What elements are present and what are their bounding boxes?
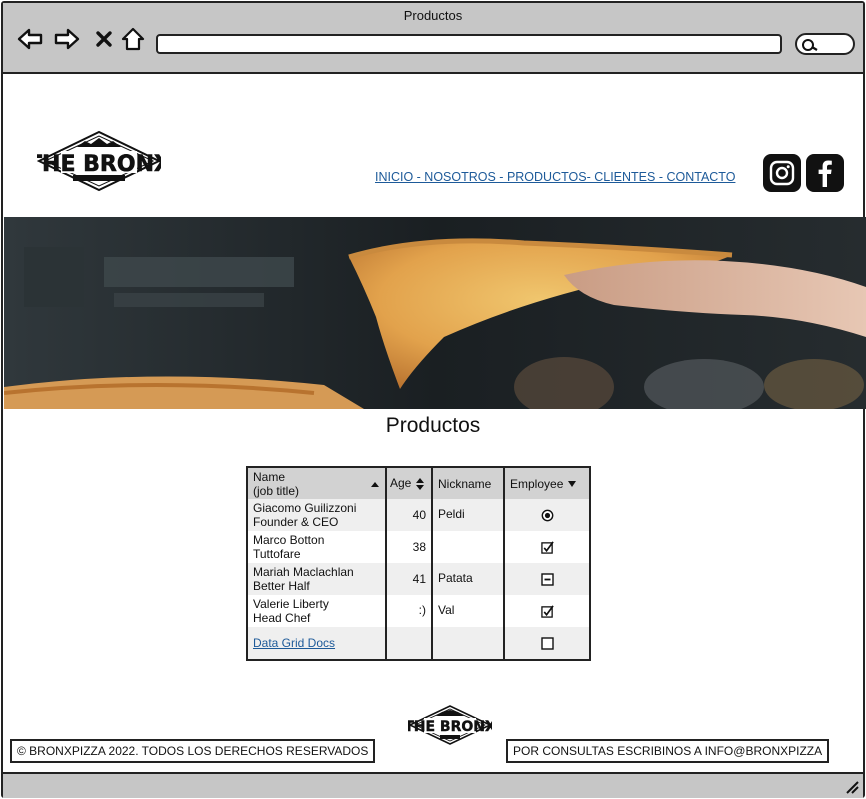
home-icon — [121, 27, 145, 51]
status-bar — [3, 772, 863, 798]
window-title: Productos — [403, 8, 463, 23]
hero-pizza-image — [4, 217, 866, 409]
age-cell: :) — [385, 595, 433, 627]
grid-header-row: Name (job title) Age Nickname Employee — [248, 468, 589, 499]
browser-search-input[interactable] — [795, 33, 855, 55]
contact-box: POR CONSULTAS ESCRIBINOS A INFO@BRONXPIZ… — [506, 739, 830, 763]
age-cell: 41 — [385, 563, 433, 595]
nickname-cell — [432, 531, 505, 563]
search-icon — [802, 39, 818, 51]
nickname-header-label: Nickname — [438, 476, 492, 491]
age-cell: 38 — [385, 531, 433, 563]
checkbox-unchecked-icon[interactable] — [540, 637, 554, 650]
logo-text: THE BRONX — [37, 152, 161, 177]
close-icon — [96, 31, 112, 47]
nickname-column-header[interactable]: Nickname — [432, 468, 505, 499]
footer-logo-text: THE BRONX — [408, 719, 492, 735]
dropdown-arrow-icon — [567, 481, 576, 488]
name-cell: Valerie Liberty Head Chef — [253, 597, 329, 625]
table-row[interactable]: Giacomo Guilizzoni Founder & CEO 40 Peldi — [248, 499, 589, 531]
forward-button[interactable] — [53, 25, 81, 53]
resize-grip-icon[interactable] — [845, 780, 859, 794]
sort-ascending-icon — [371, 481, 379, 487]
name-cell: Giacomo Guilizzoni Founder & CEO — [248, 499, 386, 531]
data-grid-docs-link[interactable]: Data Grid Docs — [253, 636, 335, 650]
copyright-box: © BRONXPIZZA 2022. TODOS LOS DERECHOS RE… — [10, 739, 376, 763]
name-cell: Mariah Maclachlan Better Half — [248, 563, 386, 595]
instagram-button[interactable] — [763, 154, 801, 192]
nickname-cell: Peldi — [432, 499, 505, 531]
bronx-footer-logo[interactable]: THE BRONX — [404, 704, 496, 746]
table-row[interactable]: Data Grid Docs — [248, 627, 589, 659]
checkbox-indeterminate-icon[interactable] — [540, 573, 554, 586]
name-column-header[interactable]: Name (job title) — [248, 468, 386, 499]
back-arrow-icon — [17, 28, 43, 50]
age-column-header[interactable]: Age — [385, 468, 433, 499]
forward-arrow-icon — [54, 28, 80, 50]
employee-column-header[interactable]: Employee — [504, 468, 589, 499]
stop-button[interactable] — [90, 25, 118, 53]
nickname-cell: Patata — [432, 563, 505, 595]
main-nav-menu[interactable]: INICIO - NOSOTROS - PRODUCTOS- CLIENTES … — [375, 170, 735, 184]
table-row[interactable]: Valerie Liberty Head Chef :) Val — [248, 595, 589, 627]
url-input[interactable] — [156, 34, 782, 54]
nickname-cell: Val — [432, 595, 505, 627]
name-header-label: Name — [253, 469, 286, 484]
nickname-cell — [432, 627, 505, 659]
checkbox-checked-icon[interactable] — [540, 605, 554, 618]
browser-window: Productos THE BRONX INICIO - NOSOTROS - … — [1, 1, 866, 798]
job-title-header-label: (job title) — [253, 483, 300, 498]
radio-selected-icon[interactable] — [541, 509, 554, 522]
bronx-logo[interactable]: THE BRONX — [27, 129, 171, 193]
employee-cell — [504, 499, 589, 531]
sort-both-icon — [415, 477, 424, 490]
age-header-label: Age — [390, 476, 412, 491]
name-cell: Marco Botton Tuttofare — [253, 533, 325, 561]
instagram-icon — [769, 160, 795, 186]
age-cell — [385, 627, 433, 659]
employee-header-label: Employee — [510, 476, 564, 491]
age-cell: 40 — [385, 499, 433, 531]
employee-cell — [504, 595, 589, 627]
browser-toolbar: Productos — [3, 3, 863, 74]
name-cell: Data Grid Docs — [248, 627, 386, 659]
table-row[interactable]: Marco Botton Tuttofare 38 — [248, 531, 589, 563]
contact-text: POR CONSULTAS ESCRIBINOS A INFO@BRONXPIZ… — [513, 744, 823, 758]
facebook-button[interactable] — [806, 154, 844, 192]
home-button[interactable] — [119, 25, 147, 53]
checkbox-checked-icon[interactable] — [540, 541, 554, 554]
employee-cell — [504, 531, 589, 563]
back-button[interactable] — [16, 25, 44, 53]
employee-cell — [504, 563, 589, 595]
table-row[interactable]: Mariah Maclachlan Better Half 41 Patata — [248, 563, 589, 595]
facebook-icon — [818, 160, 832, 187]
copyright-text: © BRONXPIZZA 2022. TODOS LOS DERECHOS RE… — [17, 744, 369, 758]
employee-cell — [504, 627, 589, 659]
page-title: Productos — [385, 414, 481, 437]
products-data-grid[interactable]: Name (job title) Age Nickname Employee Gi… — [246, 466, 591, 661]
